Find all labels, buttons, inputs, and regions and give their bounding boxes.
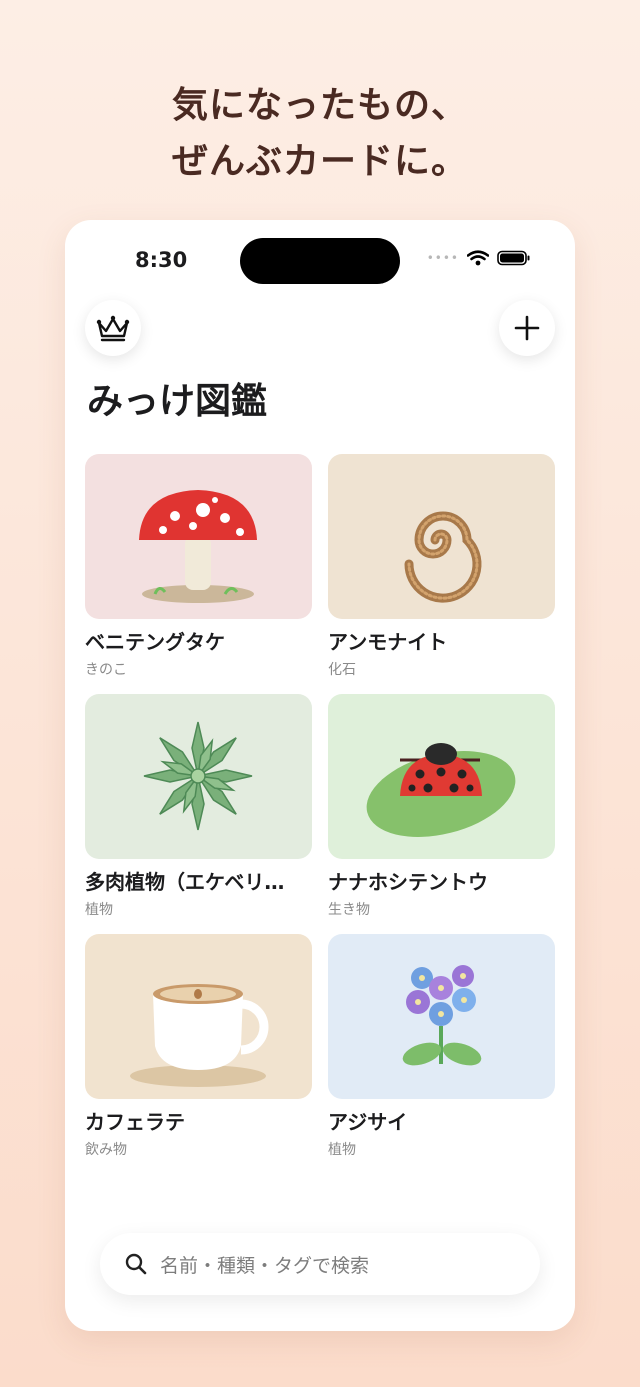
card-category: きのこ (85, 662, 127, 678)
card-thumbnail (85, 934, 312, 1099)
card-item[interactable]: ナナホシテントウ 生き物 (328, 694, 555, 919)
card-thumbnail (85, 694, 312, 859)
battery-icon (497, 250, 530, 266)
status-time: 8:30 (135, 248, 188, 272)
card-name: カフェラテ (85, 1110, 185, 1134)
card-name: ナナホシテントウ (328, 870, 488, 894)
card-name: 多肉植物（エケベリ… (85, 870, 285, 894)
latte-illustration (130, 984, 269, 1087)
card-name: アンモナイト (328, 630, 448, 654)
mushroom-illustration (139, 490, 257, 603)
card-category: 植物 (85, 902, 113, 918)
dynamic-island (240, 238, 400, 284)
card-category: 化石 (328, 662, 356, 678)
card-item[interactable]: ベニテングタケ きのこ (85, 454, 312, 679)
card-item[interactable]: アジサイ 植物 (328, 934, 555, 1159)
ammonite-illustration (404, 511, 482, 603)
card-category: 植物 (328, 1142, 356, 1158)
search-bar[interactable]: 名前・種類・タグで検索 (100, 1233, 540, 1295)
crown-icon (96, 315, 130, 342)
status-icons: •••• (427, 250, 531, 266)
hydrangea-illustration (402, 965, 482, 1066)
crown-button[interactable] (85, 300, 141, 356)
plus-icon (514, 315, 540, 341)
card-thumbnail (328, 694, 555, 859)
card-thumbnail (328, 934, 555, 1099)
card-category: 飲み物 (85, 1142, 127, 1158)
card-thumbnail (328, 454, 555, 619)
search-input[interactable]: 名前・種類・タグで検索 (160, 1251, 369, 1278)
card-item[interactable]: カフェラテ 飲み物 (85, 934, 312, 1159)
search-icon (125, 1253, 147, 1275)
signal-icon: •••• (426, 251, 459, 265)
card-category: 生き物 (328, 902, 370, 918)
phone-screen: 8:30 •••• みっけ図鑑 ベニテングタケ きのこ アンモナイト 化石 多肉… (65, 220, 575, 1331)
headline-line-2: ぜんぶカードに。 (171, 141, 468, 182)
add-button[interactable] (499, 300, 555, 356)
card-name: ベニテングタケ (85, 630, 225, 654)
succulent-illustration (143, 721, 253, 831)
wifi-icon (467, 250, 489, 266)
ladybug-illustration (366, 743, 516, 837)
card-item[interactable]: 多肉植物（エケベリ… 植物 (85, 694, 312, 919)
card-thumbnail (85, 454, 312, 619)
headline-line-1: 気になったもの、 (171, 85, 468, 126)
card-name: アジサイ (328, 1110, 408, 1134)
card-item[interactable]: アンモナイト 化石 (328, 454, 555, 679)
page-title: みっけ図鑑 (87, 381, 268, 422)
headline: 気になったもの、 ぜんぶカードに。 (0, 78, 640, 190)
